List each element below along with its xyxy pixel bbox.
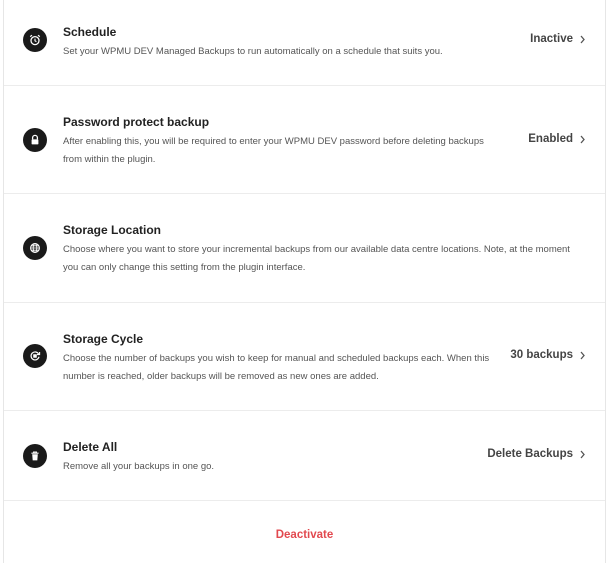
chevron-right-icon [580, 35, 585, 43]
delete-backups-button[interactable]: Delete Backups [487, 448, 586, 460]
chevron-right-icon [580, 135, 585, 143]
setting-description: Set your WPMU DEV Managed Backups to run… [63, 46, 443, 57]
setting-row-storage-cycle: Storage Cycle Choose the number of backu… [4, 303, 605, 411]
action-label: Delete Backups [487, 448, 573, 460]
chevron-right-icon [580, 351, 585, 359]
setting-title: Delete All [63, 440, 118, 454]
setting-description: Choose where you want to store your incr… [63, 244, 570, 273]
setting-row-storage-location: Storage Location Choose where you want t… [4, 194, 605, 303]
storage-cycle-count-button[interactable]: 30 backups [510, 349, 586, 361]
lock-icon [23, 128, 47, 152]
setting-title: Password protect backup [63, 115, 210, 129]
action-label: Inactive [530, 33, 573, 45]
setting-title: Schedule [63, 25, 117, 39]
setting-description: Remove all your backups in one go. [63, 461, 215, 472]
deactivate-button[interactable]: Deactivate [4, 529, 605, 541]
action-label: Enabled [528, 133, 573, 145]
backup-settings-panel: Schedule Set your WPMU DEV Managed Backu… [3, 0, 606, 563]
schedule-status-button[interactable]: Inactive [530, 33, 586, 45]
setting-row-delete-all: Delete All Remove all your backups in on… [4, 411, 605, 501]
globe-icon [23, 236, 47, 260]
storage-cycle-icon [23, 344, 47, 368]
trash-icon [23, 444, 47, 468]
setting-title: Storage Location [63, 223, 162, 237]
setting-description: After enabling this, you will be require… [63, 136, 484, 165]
action-label: 30 backups [510, 349, 573, 361]
setting-title: Storage Cycle [63, 332, 144, 346]
alarm-clock-icon [23, 28, 47, 52]
setting-row-password-protect: Password protect backup After enabling t… [4, 86, 605, 194]
password-protect-status-button[interactable]: Enabled [528, 133, 586, 145]
setting-row-schedule: Schedule Set your WPMU DEV Managed Backu… [4, 0, 605, 86]
setting-description: Choose the number of backups you wish to… [63, 353, 490, 382]
chevron-right-icon [580, 450, 585, 458]
